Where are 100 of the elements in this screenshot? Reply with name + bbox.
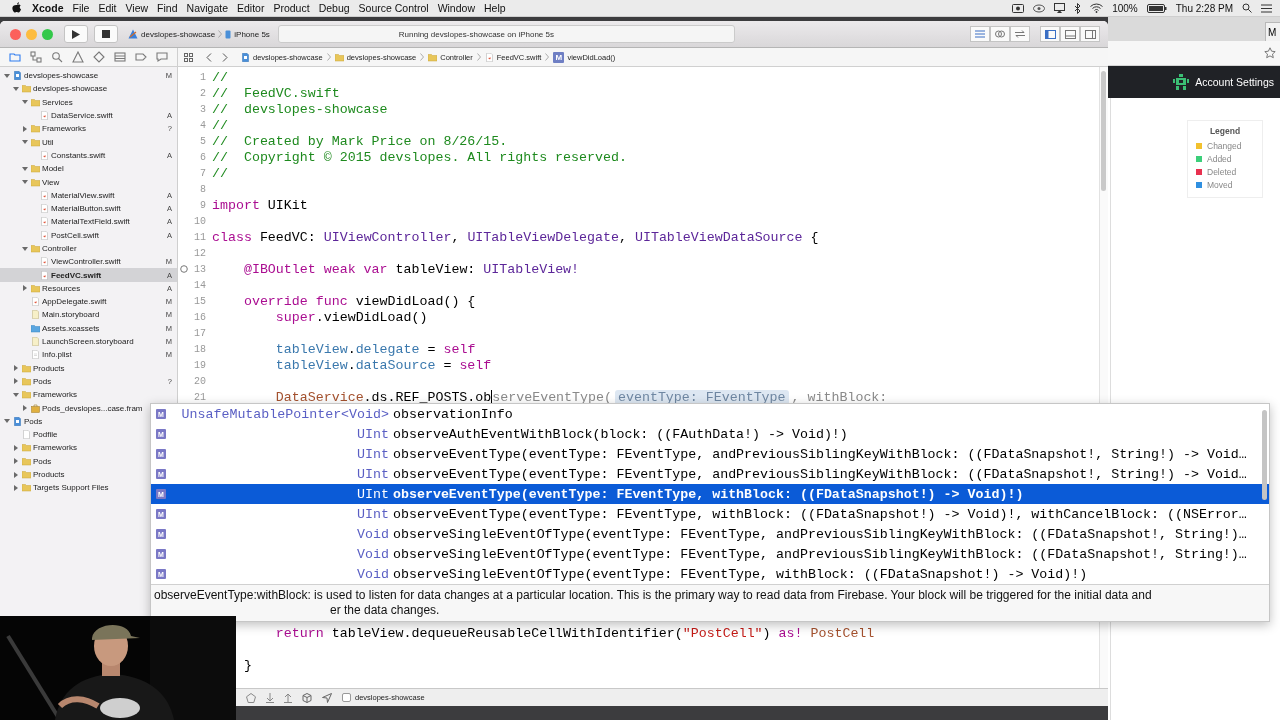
menu-item[interactable]: Window [437,2,475,14]
disclosure-triangle-icon[interactable] [22,179,28,185]
tree-row[interactable]: Frameworks [0,388,177,402]
menu-item[interactable]: Edit [98,2,117,14]
outlet-circle-icon[interactable] [180,265,188,273]
tree-row[interactable]: Model [0,162,177,176]
play-icon [72,29,80,39]
navigator-tab[interactable] [28,50,43,64]
disclosure-triangle-icon[interactable] [22,405,28,412]
disclosure-triangle-icon[interactable] [22,245,28,252]
method-signature: observationInfo [393,406,513,422]
disclosure-triangle-icon[interactable] [4,418,10,425]
app-menu[interactable]: Xcode [32,2,64,14]
return-type: UInt [356,486,390,502]
tree-row[interactable]: View [0,175,177,189]
disclosure-triangle-icon[interactable] [13,378,19,385]
cube-icon[interactable] [302,692,312,703]
disclosure-triangle-icon[interactable] [22,99,28,106]
account-settings-link[interactable]: Account Settings [1195,76,1274,88]
debug-area-toggle[interactable] [1060,26,1080,42]
tree-row[interactable]: Services [0,95,177,109]
disclosure-triangle-icon[interactable] [13,391,19,398]
disclosure-triangle-icon[interactable] [13,444,19,451]
battery-icon[interactable] [1146,3,1167,13]
search-icon[interactable] [1242,3,1252,13]
menu-item[interactable]: Product [273,2,310,14]
tree-row[interactable]: devslopes-showcase [0,82,177,96]
method-signature: observeSingleEventOfType(eventType: FEventType, andPreviousSiblingKeyWithBlock: ((FDataSnapshot!, String!)… [393,526,1247,542]
method-signature: observeAuthEventWithBlock(block: ((FAuthData!) -> Void)!) [393,426,848,442]
legend-label: Moved [1207,179,1233,190]
disclosure-triangle-icon[interactable] [22,125,28,132]
pentagon-icon[interactable] [246,692,256,703]
menu-item[interactable]: Find [157,2,178,14]
navigator-tab[interactable] [134,50,149,64]
navigator-tab[interactable] [49,50,64,64]
legend-label: Changed [1207,140,1242,151]
file-icon [22,430,31,440]
tree-row[interactable]: Util [0,135,177,149]
file-name: Model [42,164,64,174]
utilities-toggle[interactable] [1080,26,1100,42]
file-name: Main.storyboard [42,310,100,320]
scrollbar-thumb[interactable] [1262,410,1267,500]
wifi-icon[interactable] [1090,3,1104,13]
diamond-icon [93,51,106,63]
run-button[interactable] [64,25,88,43]
disclosure-triangle-icon[interactable] [22,165,28,172]
window-control[interactable] [10,28,21,40]
navigator-tab[interactable] [113,50,128,64]
menu-item[interactable]: Debug [318,2,350,14]
navigator-tab[interactable] [92,50,107,64]
legend-label: Deleted [1207,166,1237,177]
up-arrow-icon[interactable] [284,692,292,703]
location-arrow-icon[interactable] [322,692,332,703]
version-editor-button[interactable] [1010,26,1030,42]
bottom-panel-icon [1064,29,1076,39]
menu-item[interactable]: File [72,2,90,14]
disclosure-triangle-icon[interactable] [13,365,19,372]
code-line: // devslopes-showcase [212,101,388,117]
list-icon[interactable] [1261,3,1272,13]
eye-icon[interactable] [1033,3,1046,13]
logo-icon[interactable] [1173,74,1190,90]
browser-tab[interactable]: M [1265,22,1280,41]
menu-item[interactable]: Navigate [186,2,228,14]
grid-icon[interactable] [184,52,193,62]
menu-item[interactable]: Help [484,2,506,14]
file-name: Podfile [33,430,58,440]
navigator-tab[interactable] [70,50,85,64]
assistant-editor-button[interactable] [990,26,1010,42]
code-line: super.viewDidLoad() [274,309,428,325]
app-icon [342,693,351,702]
tree-row[interactable]: Products [0,361,177,375]
down-arrow-icon[interactable] [266,692,274,703]
star-icon[interactable] [1264,47,1276,59]
stop-button[interactable] [94,25,118,43]
line-number: 20 [194,375,206,387]
menu-item[interactable]: View [125,2,149,14]
code-line: // [212,69,228,85]
navigator-tab[interactable] [7,50,22,64]
navigator-toggle[interactable] [1040,26,1060,42]
disclosure-triangle-icon[interactable] [13,471,19,478]
scheme-selector[interactable]: devslopes-showcase iPhone 5s [128,29,270,39]
camera-icon[interactable] [1012,3,1025,13]
navigator-tab[interactable] [155,50,170,64]
arrows-icon [1015,30,1025,38]
menu-item[interactable]: Editor [237,2,265,14]
disclosure-triangle-icon[interactable] [13,458,19,465]
disclosure-triangle-icon[interactable] [22,139,28,146]
disclosure-triangle-icon[interactable] [13,85,19,92]
disclosure-triangle-icon[interactable] [4,72,10,79]
menu-item[interactable]: Source Control [358,2,429,14]
battery-percentage: 100% [1112,2,1138,14]
apple-icon[interactable] [12,2,22,14]
disclosure-triangle-icon[interactable] [13,484,19,491]
scrollbar-thumb[interactable] [1101,71,1106,191]
tree-row[interactable]: Controller [0,241,177,256]
line-number: 18 [194,343,206,355]
disclosure-triangle-icon[interactable] [22,285,28,292]
bluetooth-icon[interactable] [1074,2,1082,14]
airplay-icon[interactable] [1054,3,1066,13]
menubar-clock[interactable]: Thu 2:28 PM [1175,2,1233,14]
